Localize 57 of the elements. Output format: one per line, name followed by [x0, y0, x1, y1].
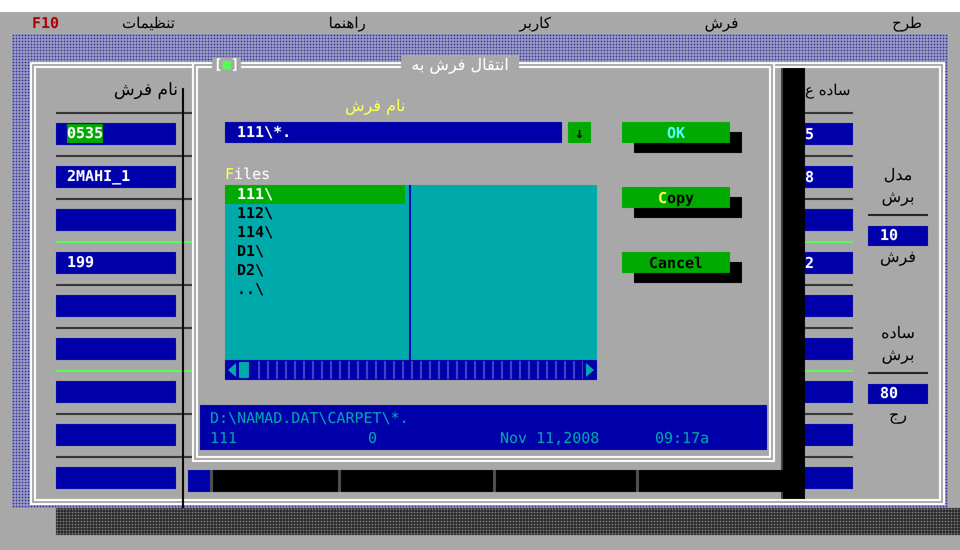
input-field[interactable]: 111\*. [225, 122, 562, 143]
menu-item[interactable]: کاربر [519, 14, 551, 32]
table-cell[interactable] [56, 208, 176, 231]
table-cell[interactable]: 2MAHI_1 [56, 166, 176, 188]
table-cell[interactable] [56, 294, 176, 317]
list-item[interactable]: D1\ [225, 242, 409, 261]
list-item[interactable]: D2\ [225, 261, 409, 280]
table-cell[interactable]: 2 [805, 252, 853, 274]
side-label: رج [888, 404, 908, 426]
table-cell[interactable] [56, 380, 176, 403]
menu-item[interactable]: طرح [892, 14, 922, 32]
column-header: نام فرش [114, 80, 178, 100]
list-item[interactable]: 114\ [225, 223, 409, 242]
value-field[interactable]: 10 [868, 226, 928, 246]
table-cell[interactable] [805, 295, 853, 318]
cell-text: 199 [67, 253, 94, 272]
side-label: برش [882, 344, 914, 366]
menu-item[interactable]: راهنما [328, 14, 366, 32]
table-cell[interactable]: 8 [805, 166, 853, 188]
dialog-button[interactable]: Copy [622, 187, 730, 208]
menu-item[interactable]: تنظیمات [122, 14, 175, 32]
side-label: مدل [884, 164, 912, 186]
side-label: ساده [881, 322, 915, 344]
bottom-cell [188, 470, 210, 492]
right-arrow-icon[interactable] [585, 362, 595, 378]
table-cell[interactable] [56, 338, 176, 360]
table-cell[interactable] [56, 424, 176, 446]
file-name-text: 111 [210, 428, 238, 448]
file-date-text: Nov 11,2008 [500, 428, 600, 448]
table-cell[interactable] [805, 338, 853, 360]
list-item[interactable]: ..\ [225, 280, 409, 299]
list-item[interactable]: 112\ [225, 204, 409, 223]
scrollbar[interactable] [225, 360, 597, 380]
cell-text: 0535 [67, 124, 104, 144]
table-cell[interactable]: 199 [56, 252, 176, 274]
file-time-text: 09:17a [655, 428, 710, 448]
dialog-button[interactable]: Cancel [622, 252, 730, 273]
column-header: ساده ع [805, 80, 850, 99]
side-label: برش [882, 186, 914, 208]
side-label: فرش [880, 246, 916, 268]
table-cell[interactable] [805, 381, 853, 404]
menu-item[interactable]: فرش [704, 14, 738, 32]
scroll-thumb[interactable] [239, 362, 249, 378]
value-field[interactable]: 80 [868, 384, 928, 404]
dialog-title: انتقال فرش به [401, 55, 519, 74]
cell-text: 2MAHI_1 [67, 167, 130, 186]
table-cell[interactable] [805, 209, 853, 232]
table-cell[interactable] [805, 424, 853, 446]
path-text: D:\NAMAD.DAT\CARPET\*. [210, 408, 410, 428]
table-cell[interactable] [56, 466, 176, 489]
dropdown-button[interactable]: ↓ [568, 122, 591, 143]
field-label: نام فرش [345, 96, 406, 117]
left-arrow-icon[interactable] [227, 362, 237, 378]
file-size-text: 0 [368, 428, 378, 448]
list-label: Files [225, 165, 270, 185]
table-cell[interactable]: 5 [805, 123, 853, 146]
table-cell[interactable] [805, 467, 853, 490]
